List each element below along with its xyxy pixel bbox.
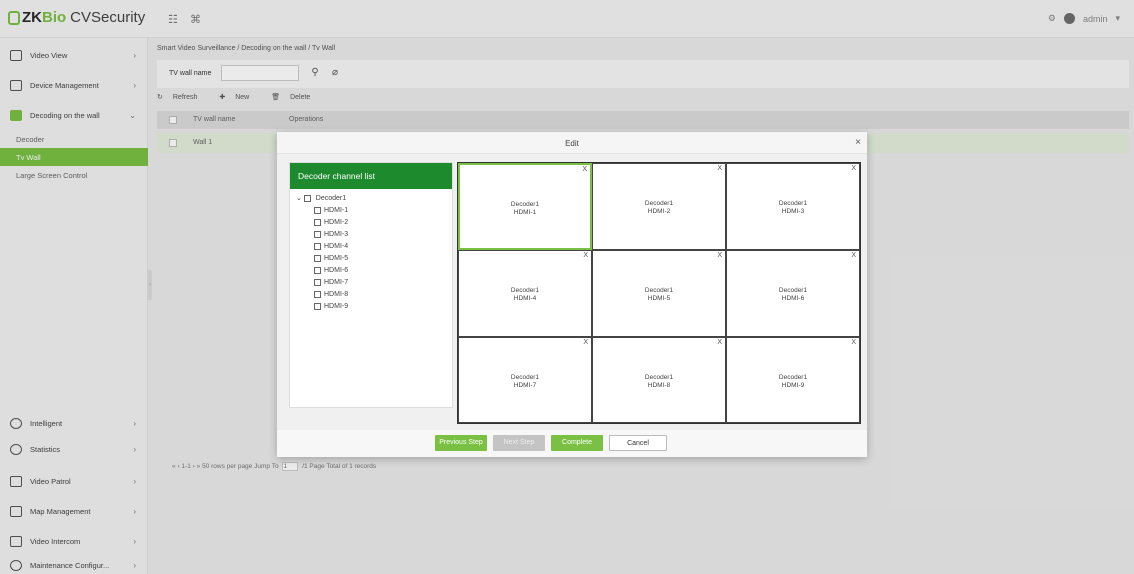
tree-node-hdmi-5[interactable]: HDMI-5 <box>314 253 348 265</box>
channel-icon <box>314 266 321 274</box>
channel-list-title: Decoder channel list <box>290 163 452 189</box>
dialog-body: Decoder channel list ⌄ Decoder1 HDMI-1 H… <box>277 154 867 430</box>
channel-icon <box>314 230 321 238</box>
channel-icon <box>314 242 321 250</box>
tree-node-hdmi-2[interactable]: HDMI-2 <box>314 217 348 229</box>
decoder-channel-list: Decoder channel list ⌄ Decoder1 HDMI-1 H… <box>289 162 453 408</box>
tree-node-hdmi-1[interactable]: HDMI-1 <box>314 205 348 217</box>
tree-node-label: HDMI-9 <box>324 303 349 310</box>
wall-cell-1[interactable]: X Decoder1 HDMI-1 <box>458 163 592 250</box>
complete-button[interactable]: Complete <box>551 435 603 451</box>
cell-channel: HDMI-3 <box>781 208 805 215</box>
tree-node-label: HDMI-8 <box>324 291 349 298</box>
dialog-header: Edit × <box>277 132 867 154</box>
tree-node-hdmi-7[interactable]: HDMI-7 <box>314 277 348 289</box>
cell-label: Decoder1 HDMI-9 <box>727 374 859 390</box>
remove-cell-icon[interactable]: X <box>851 165 856 172</box>
cell-label: Decoder1 HDMI-4 <box>459 287 591 303</box>
cell-channel: HDMI-4 <box>513 295 537 302</box>
edit-dialog: Edit × Decoder channel list ⌄ Decoder1 H… <box>277 132 867 457</box>
channel-icon <box>314 302 321 310</box>
previous-step-button[interactable]: Previous Step <box>435 435 487 451</box>
cell-channel: HDMI-1 <box>513 209 537 216</box>
cell-decoder: Decoder1 <box>778 200 808 207</box>
tree-node-label: HDMI-5 <box>324 255 349 262</box>
channel-icon <box>314 254 321 262</box>
tree-node-label: Decoder1 <box>315 195 347 202</box>
tree-node-label: HDMI-6 <box>324 267 349 274</box>
dialog-title: Edit <box>565 139 579 148</box>
remove-cell-icon[interactable]: X <box>583 339 588 346</box>
channel-icon <box>314 218 321 226</box>
cell-decoder: Decoder1 <box>510 374 540 381</box>
cell-channel: HDMI-5 <box>647 295 671 302</box>
wall-cell-9[interactable]: X Decoder1 HDMI-9 <box>726 337 860 423</box>
cell-label: Decoder1 HDMI-5 <box>593 287 725 303</box>
tree-node-hdmi-4[interactable]: HDMI-4 <box>314 241 348 253</box>
remove-cell-icon[interactable]: X <box>582 166 587 173</box>
cell-channel: HDMI-9 <box>781 382 805 389</box>
cell-decoder: Decoder1 <box>644 374 674 381</box>
cell-decoder: Decoder1 <box>778 374 808 381</box>
dialog-footer: Previous Step Next Step Complete Cancel <box>277 430 867 457</box>
cell-decoder: Decoder1 <box>510 287 540 294</box>
remove-cell-icon[interactable]: X <box>717 339 722 346</box>
cancel-button[interactable]: Cancel <box>609 435 667 451</box>
folder-icon <box>303 194 311 202</box>
wall-cell-8[interactable]: X Decoder1 HDMI-8 <box>592 337 726 423</box>
channel-icon <box>314 206 321 214</box>
tree-node-hdmi-6[interactable]: HDMI-6 <box>314 265 348 277</box>
cell-label: Decoder1 HDMI-2 <box>593 200 725 216</box>
remove-cell-icon[interactable]: X <box>851 339 856 346</box>
tree-node-label: HDMI-7 <box>324 279 349 286</box>
cell-label: Decoder1 HDMI-6 <box>727 287 859 303</box>
cell-channel: HDMI-8 <box>647 382 671 389</box>
wall-cell-2[interactable]: X Decoder1 HDMI-2 <box>592 163 726 250</box>
tree-node-hdmi-8[interactable]: HDMI-8 <box>314 289 348 301</box>
wall-cell-4[interactable]: X Decoder1 HDMI-4 <box>458 250 592 337</box>
tree-node-decoder1[interactable]: ⌄ Decoder1 <box>296 193 346 205</box>
remove-cell-icon[interactable]: X <box>851 252 856 259</box>
wall-cell-3[interactable]: X Decoder1 HDMI-3 <box>726 163 860 250</box>
cell-channel: HDMI-2 <box>647 208 671 215</box>
next-step-button[interactable]: Next Step <box>493 435 545 451</box>
remove-cell-icon[interactable]: X <box>583 252 588 259</box>
channel-icon <box>314 278 321 286</box>
wall-cell-5[interactable]: X Decoder1 HDMI-5 <box>592 250 726 337</box>
remove-cell-icon[interactable]: X <box>717 252 722 259</box>
wall-cell-7[interactable]: X Decoder1 HDMI-7 <box>458 337 592 423</box>
cell-decoder: Decoder1 <box>778 287 808 294</box>
tree-node-label: HDMI-4 <box>324 243 349 250</box>
cell-label: Decoder1 HDMI-1 <box>460 201 590 217</box>
wall-cell-6[interactable]: X Decoder1 HDMI-6 <box>726 250 860 337</box>
cell-channel: HDMI-7 <box>513 382 537 389</box>
close-icon[interactable]: × <box>855 137 861 148</box>
cell-label: Decoder1 HDMI-7 <box>459 374 591 390</box>
cell-label: Decoder1 HDMI-3 <box>727 200 859 216</box>
tree-node-label: HDMI-2 <box>324 219 349 226</box>
tree-node-label: HDMI-3 <box>324 231 349 238</box>
collapse-icon[interactable]: ⌄ <box>296 195 302 202</box>
cell-label: Decoder1 HDMI-8 <box>593 374 725 390</box>
cell-decoder: Decoder1 <box>644 287 674 294</box>
cell-decoder: Decoder1 <box>510 201 540 208</box>
tree-node-hdmi-3[interactable]: HDMI-3 <box>314 229 348 241</box>
tree-node-hdmi-9[interactable]: HDMI-9 <box>314 301 348 313</box>
cell-decoder: Decoder1 <box>644 200 674 207</box>
remove-cell-icon[interactable]: X <box>717 165 722 172</box>
tv-wall-grid: X Decoder1 HDMI-1 X Decoder1 HDMI-2 X Deco… <box>457 162 861 424</box>
channel-icon <box>314 290 321 298</box>
cell-channel: HDMI-6 <box>781 295 805 302</box>
tree-node-label: HDMI-1 <box>324 207 349 214</box>
